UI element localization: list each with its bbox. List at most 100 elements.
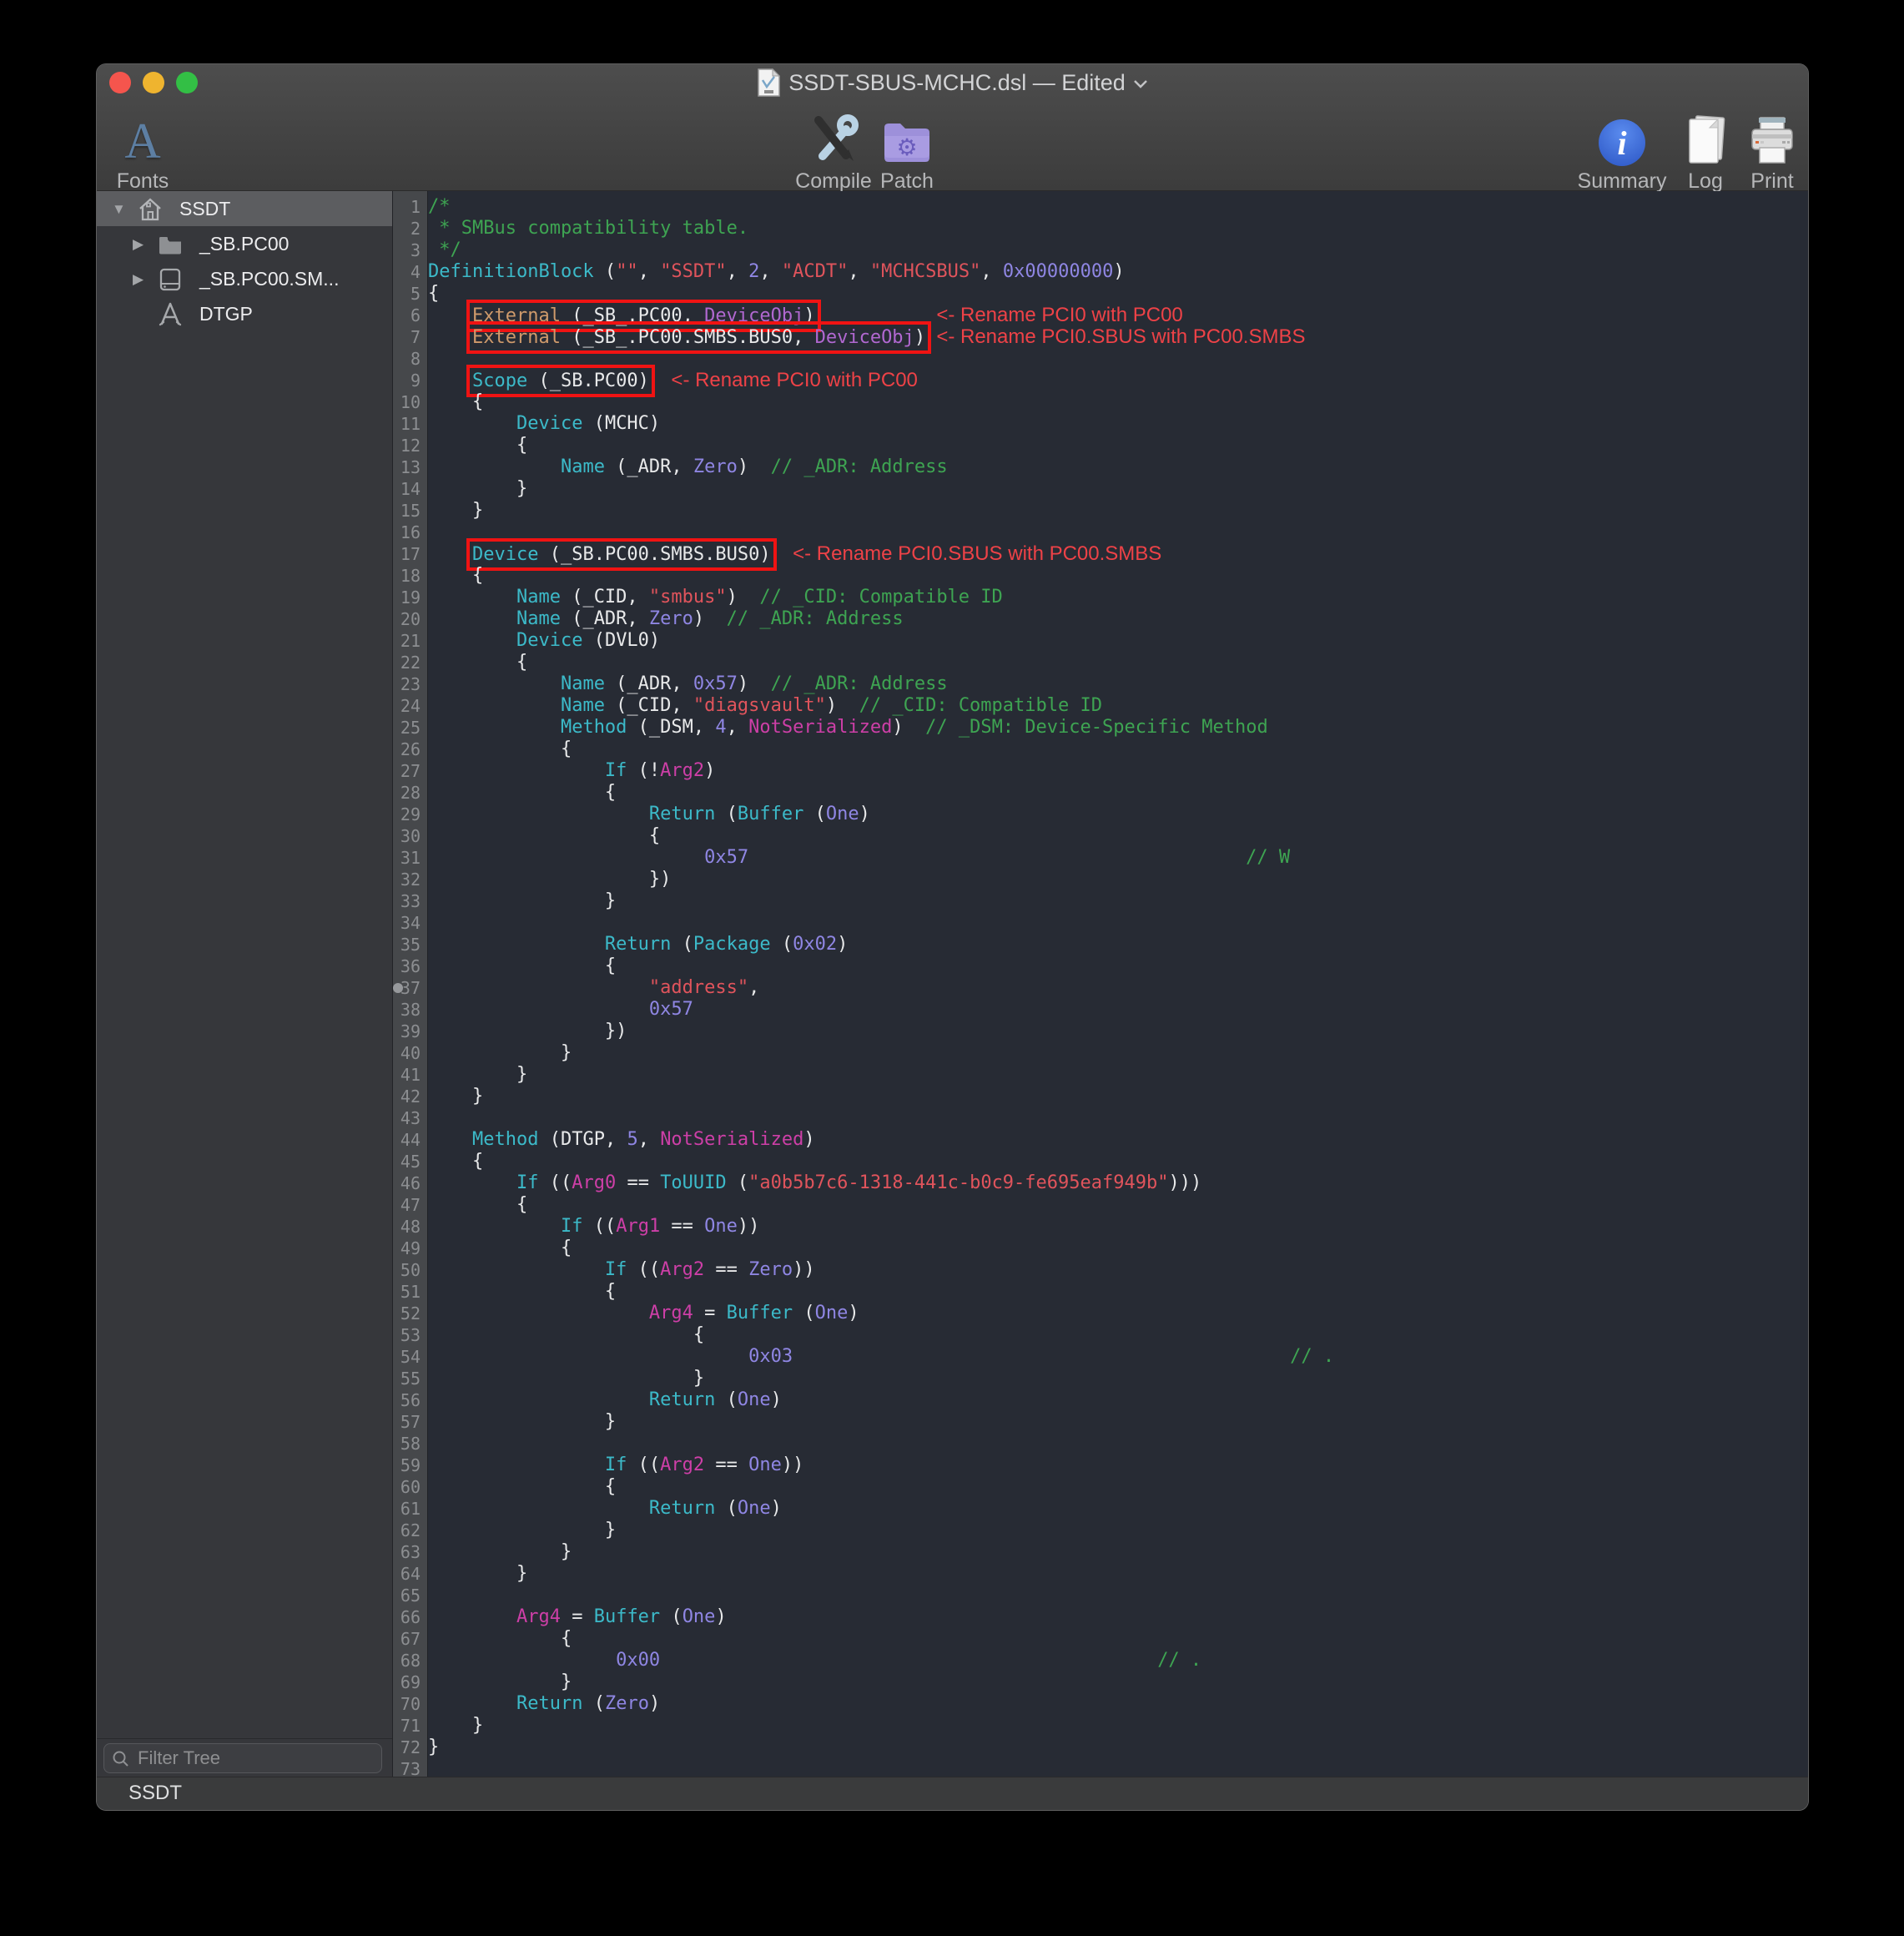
code-line[interactable]: 47 { [393,1194,1808,1216]
line-number: 21 [393,630,428,652]
code-text: } [428,1064,527,1086]
code-line[interactable]: 28 { [393,782,1808,804]
line-number: 34 [393,912,428,934]
patch-button[interactable]: ⚙ Patch [857,111,957,194]
code-line[interactable]: 45 { [393,1151,1808,1172]
code-line[interactable]: 49 { [393,1238,1808,1259]
code-line[interactable]: 64 } [393,1563,1808,1585]
title-menu-chevron-icon[interactable] [1134,80,1147,88]
line-number: 49 [393,1238,428,1259]
code-line[interactable]: 17 Device (_SB.PC00.SMBS.BUS0) <- Rename… [393,543,1808,565]
code-line[interactable]: 38 0x57 [393,999,1808,1021]
code-line[interactable]: 70 Return (Zero) [393,1693,1808,1715]
code-line[interactable]: 63 } [393,1541,1808,1563]
code-line[interactable]: 46 If ((Arg0 == ToUUID ("a0b5b7c6-1318-4… [393,1172,1808,1194]
code-line[interactable]: 67 { [393,1628,1808,1650]
code-line[interactable]: 37 "address", [393,977,1808,999]
code-line[interactable]: 24 Name (_CID, "diagsvault") // _CID: Co… [393,695,1808,717]
code-line[interactable]: 53 { [393,1324,1808,1346]
tree-item-sb-pc00[interactable]: ▶_SB.PC00 [97,226,392,261]
code-line[interactable]: 2 * SMBus compatibility table. [393,218,1808,239]
disclosure-triangle-icon[interactable]: ▼ [112,192,126,227]
code-line[interactable]: 41 } [393,1064,1808,1086]
code-line[interactable]: 26 { [393,739,1808,760]
code-line[interactable]: 3 */ [393,239,1808,261]
code-line[interactable]: 23 Name (_ADR, 0x57) // _ADR: Address [393,673,1808,695]
code-line[interactable]: 35 Return (Package (0x02) [393,934,1808,955]
code-line[interactable]: 29 Return (Buffer (One) [393,804,1808,825]
tree-item-dtgp[interactable]: DTGP [97,296,392,331]
code-line[interactable]: 36 { [393,955,1808,977]
code-line[interactable]: 20 Name (_ADR, Zero) // _ADR: Address [393,608,1808,630]
code-editor[interactable]: 1/*2 * SMBus compatibility table.3 */4De… [393,191,1808,1777]
code-line[interactable]: 44 Method (DTGP, 5, NotSerialized) [393,1129,1808,1151]
code-text: } [428,1563,527,1585]
code-line[interactable]: 5{ [393,283,1808,305]
code-line[interactable]: 73 [393,1758,1808,1777]
code-line[interactable]: 42 } [393,1086,1808,1107]
tree-item-ssdt[interactable]: ▼SSDT [97,191,392,226]
code-line[interactable]: 58 [393,1433,1808,1455]
code-text: 0x57 // W [428,847,1290,869]
code-line[interactable]: 59 If ((Arg2 == One)) [393,1455,1808,1476]
code-line[interactable]: 4DefinitionBlock ("", "SSDT", 2, "ACDT",… [393,261,1808,283]
code-line[interactable]: 19 Name (_CID, "smbus") // _CID: Compati… [393,587,1808,608]
code-line[interactable]: 65 [393,1585,1808,1606]
code-line[interactable]: 18 { [393,565,1808,587]
filter-tree-input[interactable] [136,1745,376,1772]
code-line[interactable]: 55 } [393,1368,1808,1389]
code-text: "address", [428,977,759,999]
code-line[interactable]: 31 0x57 // W [393,847,1808,869]
code-text: 0x00 // . [428,1650,1201,1671]
code-line[interactable]: 1/* [393,196,1808,218]
code-line[interactable]: 7 External (_SB_.PC00.SMBS.BUS0, DeviceO… [393,326,1808,348]
disclosure-triangle-icon[interactable]: ▶ [133,227,144,262]
code-line[interactable]: 11 Device (MCHC) [393,413,1808,435]
code-line[interactable]: 54 0x03 // . [393,1346,1808,1368]
code-line[interactable]: 40 } [393,1042,1808,1064]
code-line[interactable]: 8 [393,348,1808,370]
code-line[interactable]: 25 Method (_DSM, 4, NotSerialized) // _D… [393,717,1808,739]
print-button[interactable]: Print [1722,111,1809,194]
disclosure-triangle-icon[interactable]: ▶ [133,262,144,297]
code-line[interactable]: 60 { [393,1476,1808,1498]
code-line[interactable]: 22 { [393,652,1808,673]
code-line[interactable]: 39 }) [393,1021,1808,1042]
code-line[interactable]: 50 If ((Arg2 == Zero)) [393,1259,1808,1281]
code-line[interactable]: 61 Return (One) [393,1498,1808,1520]
titlebar[interactable]: SSDT-SBUS-MCHC.dsl — Edited [97,64,1808,101]
code-line[interactable]: 14 } [393,478,1808,500]
code-line[interactable]: 21 Device (DVL0) [393,630,1808,652]
code-line[interactable]: 16 [393,522,1808,543]
code-line[interactable]: 68 0x00 // . [393,1650,1808,1671]
code-line[interactable]: 13 Name (_ADR, Zero) // _ADR: Address [393,456,1808,478]
code-line[interactable]: 57 } [393,1411,1808,1433]
code-text: { [428,283,439,305]
code-line[interactable]: 62 } [393,1520,1808,1541]
code-line[interactable]: 34 [393,912,1808,934]
code-line[interactable]: 66 Arg4 = Buffer (One) [393,1606,1808,1628]
code-line[interactable]: 56 Return (One) [393,1389,1808,1411]
code-line[interactable]: 27 If (!Arg2) [393,760,1808,782]
code-line[interactable]: 48 If ((Arg1 == One)) [393,1216,1808,1238]
code-text: { [428,1628,572,1650]
code-line[interactable]: 43 [393,1107,1808,1129]
tree-item-sb-pc00-sm[interactable]: ▶_SB.PC00.SM... [97,261,392,296]
code-line[interactable]: 6 External (_SB_.PC00, DeviceObj) <- Ren… [393,305,1808,326]
fonts-button[interactable]: A Fonts [97,111,189,194]
patch-annotation: <- Rename PCI0 with PC00 [936,304,1182,326]
code-line[interactable]: 33 } [393,890,1808,912]
code-line[interactable]: 71 } [393,1715,1808,1737]
code-line[interactable]: 52 Arg4 = Buffer (One) [393,1303,1808,1324]
filter-field[interactable] [103,1743,382,1773]
code-line[interactable]: 72} [393,1737,1808,1758]
code-text: If (!Arg2) [428,760,715,782]
code-line[interactable]: 32 }) [393,869,1808,890]
code-line[interactable]: 69 } [393,1671,1808,1693]
code-line[interactable]: 12 { [393,435,1808,456]
code-line[interactable]: 9 Scope (_SB.PC00) <- Rename PCI0 with P… [393,370,1808,391]
code-line[interactable]: 15 } [393,500,1808,522]
code-line[interactable]: 30 { [393,825,1808,847]
code-line[interactable]: 51 { [393,1281,1808,1303]
code-line[interactable]: 10 { [393,391,1808,413]
